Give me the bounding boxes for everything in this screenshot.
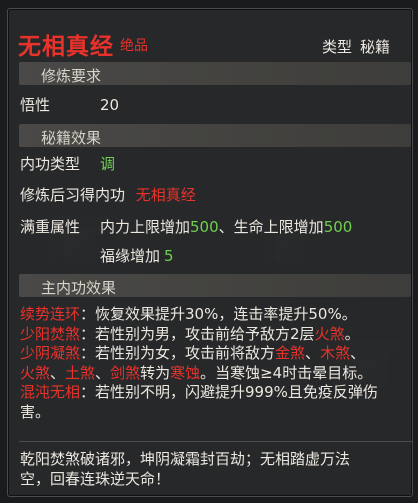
- flavor-line: 乾阳焚煞破诸邪，坤阴凝霜封百劫；无相踏虚万法: [20, 450, 351, 468]
- full-attr-label: 满重属性: [20, 218, 81, 236]
- effect-name: 少阴凝煞: [20, 344, 81, 362]
- learned-skill-row: 修炼后习得内功 无相真经: [20, 186, 196, 204]
- item-tooltip-panel: 无相真经 绝品 类型 秘籍 修炼要求 悟性 20 秘籍效果 内功类型 调 修炼后习…: [7, 8, 413, 497]
- neigong-type-text: 调: [100, 155, 116, 173]
- effect-keyword: 寒蚀: [170, 363, 201, 382]
- section-header-requirements: 修炼要求: [19, 62, 411, 85]
- item-title: 无相真经: [18, 34, 114, 60]
- learned-skill-value: 无相真经: [135, 186, 196, 204]
- attr-max-hp-label: 生命上限增加: [233, 218, 324, 236]
- effect-line: 害。: [20, 403, 414, 423]
- item-type: 类型 秘籍: [322, 36, 390, 57]
- effect-text: ：若性别为女，攻击前将敌方: [80, 344, 276, 362]
- effect-keyword: 金煞: [275, 344, 306, 362]
- section-title: 主内功效果: [41, 279, 117, 297]
- comprehension-label: 悟性: [20, 96, 51, 114]
- attr-separator: 、: [218, 218, 234, 236]
- requirement-row: 悟性: [20, 96, 50, 114]
- flavor-text: 乾阳焚煞破诸邪，坤阴凝霜封百劫；无相踏虚万法 空，回春连珠逆天命！: [20, 449, 412, 489]
- section-header-main-effects: 主内功效果: [19, 274, 411, 297]
- section-title: 秘籍效果: [41, 129, 102, 147]
- attr-line-2: 福缘增加 5: [100, 247, 174, 265]
- effect-text: 、: [50, 363, 66, 382]
- effect-line: 混沌无相：若性别不明，闪避提升999%且免疫反弹伤: [20, 383, 414, 403]
- neigong-type-label: 内功类型: [20, 155, 81, 173]
- effect-name: 少阳焚煞: [20, 324, 81, 343]
- section-title: 修炼要求: [41, 67, 102, 85]
- requirement-value: 20: [100, 96, 119, 114]
- effect-keyword: 木煞: [320, 344, 351, 362]
- effect-text: 。当寒蚀≥4时击晕目标。: [200, 363, 373, 382]
- effect-line: 火煞、土煞、剑煞转为寒蚀。当寒蚀≥4时击晕目标。: [20, 364, 414, 384]
- effect-text: 害。: [20, 402, 51, 421]
- effect-line: 续势连环：恢复效果提升30%，连击率提升50%。: [20, 305, 414, 325]
- effect-text: ：恢复效果提升30%，连击率提升50%。: [80, 305, 357, 323]
- divider: [19, 441, 413, 442]
- neigong-type-row: 内功类型: [20, 155, 80, 173]
- effect-text: ：若性别不明，闪避提升999%且免疫反弹伤: [80, 383, 378, 401]
- effect-text: 转为: [140, 363, 171, 382]
- effect-text: 、: [305, 344, 321, 362]
- effect-keyword: 火煞: [314, 324, 345, 343]
- effect-line: 少阳焚煞：若性别为男，攻击前给予敌方2层火煞。: [20, 325, 414, 345]
- main-effects-list: 续势连环：恢复效果提升30%，连击率提升50%。 少阳焚煞：若性别为男，攻击前给…: [20, 305, 414, 422]
- attr-fortune-value: 5: [164, 247, 174, 265]
- learned-skill-label: 修炼后习得内功: [20, 186, 126, 204]
- effect-text: 、: [350, 344, 366, 362]
- item-type-value: 秘籍: [359, 38, 390, 56]
- effect-line: 少阴凝煞：若性别为女，攻击前将敌方金煞、木煞、: [20, 344, 414, 364]
- effect-name: 续势连环: [20, 305, 81, 323]
- effect-text: 、: [95, 363, 111, 382]
- flavor-line: 空，回春连珠逆天命！: [20, 470, 171, 488]
- attr-max-neili-value: 500: [190, 218, 219, 236]
- item-grade: 绝品: [120, 38, 148, 54]
- attr-max-neili-label: 内力上限增加: [100, 218, 191, 236]
- neigong-type-value: 调: [100, 155, 115, 173]
- attr-fortune-label: 福缘增加: [100, 247, 161, 265]
- effect-text: ：若性别为男，攻击前给予敌方2层: [80, 324, 315, 343]
- effect-keyword: 土煞: [65, 363, 96, 382]
- section-header-effects: 秘籍效果: [19, 124, 411, 147]
- game-screen: { "header": { "title": "无相真经", "grade": …: [0, 0, 418, 503]
- attr-line-1: 内力上限增加500、生命上限增加500: [100, 218, 352, 236]
- effect-name: 混沌无相: [20, 383, 81, 401]
- attr-max-hp-value: 500: [323, 218, 353, 236]
- full-attr-row: 满重属性: [20, 218, 80, 236]
- effect-keyword: 火煞: [20, 363, 51, 382]
- comprehension-value: 20: [100, 96, 120, 114]
- effect-keyword: 剑煞: [110, 363, 141, 382]
- effect-text: 。: [344, 324, 360, 343]
- item-type-label: 类型: [321, 38, 352, 56]
